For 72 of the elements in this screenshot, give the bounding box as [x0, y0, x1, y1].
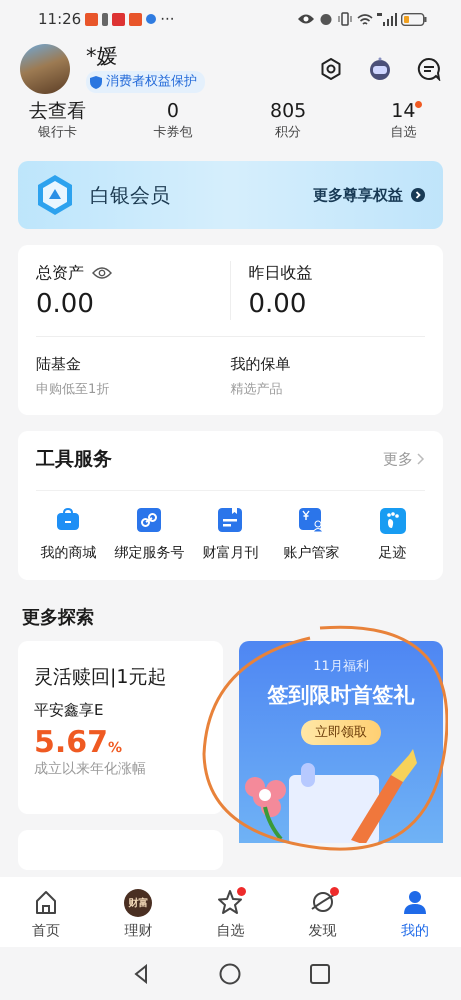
- asset-value: 0.00: [36, 289, 95, 320]
- stat-value: 去查看: [29, 100, 86, 122]
- tool-label[interactable]: 我的商城: [40, 542, 96, 564]
- wifi-icon: [357, 12, 373, 26]
- nav-tab[interactable]: 发现: [276, 889, 369, 947]
- document-icon[interactable]: [216, 506, 244, 535]
- stat-value: 0: [166, 100, 179, 122]
- robot-icon[interactable]: [367, 57, 393, 81]
- tool-label[interactable]: 账户管家: [284, 542, 340, 564]
- member-banner[interactable]: 白银会员 更多尊享权益: [18, 161, 443, 229]
- fund-name: 平安鑫享E: [34, 700, 104, 722]
- shield-icon: [90, 76, 102, 89]
- nav-tab[interactable]: 自选: [184, 889, 277, 947]
- footprint-icon[interactable]: [378, 506, 406, 535]
- tool-label[interactable]: 财富月刊: [202, 542, 258, 564]
- member-tier-label: 白银会员: [90, 182, 170, 209]
- promo-banner[interactable]: 11月福利 签到限时首签礼 立即领取: [239, 640, 443, 843]
- asset-value: 0.00: [248, 289, 308, 320]
- product-card[interactable]: 灵活赎回|1元起 平安鑫享E 5.67% 成立以来年化涨幅: [18, 640, 223, 814]
- notification-icon: [129, 12, 142, 26]
- claim-button[interactable]: 立即领取: [301, 720, 381, 746]
- message-icon[interactable]: [417, 57, 441, 81]
- stat-value: 14: [391, 100, 416, 122]
- return-rate: 5.67%: [34, 724, 122, 760]
- product-link[interactable]: 陆基金: [36, 353, 81, 376]
- stat-label: 银行卡: [38, 124, 78, 142]
- stat-label: 积分: [275, 124, 302, 142]
- asset-label: 昨日收益: [248, 262, 312, 284]
- nav-tab[interactable]: 首页: [0, 889, 92, 947]
- battery-icon: [401, 12, 427, 26]
- product-subtitle: 申购低至1折: [36, 380, 110, 399]
- wealth-icon[interactable]: 财富: [124, 889, 152, 917]
- product-subtitle: 精选产品: [230, 380, 282, 399]
- nav-tab[interactable]: 我的: [368, 889, 461, 947]
- status-more: ···: [160, 8, 175, 30]
- signal-icon: [377, 12, 397, 26]
- product-link[interactable]: 我的保单: [230, 353, 290, 376]
- user-name: *媛: [86, 45, 118, 68]
- chevron-circle-icon: [411, 188, 425, 202]
- eye-icon: [297, 13, 315, 25]
- stat-label: 卡券包: [153, 124, 192, 142]
- stat-label: 自选: [390, 124, 416, 142]
- tool-label[interactable]: 绑定服务号: [114, 542, 184, 564]
- product-title: 灵活赎回|1元起: [34, 664, 168, 690]
- tool-label[interactable]: 足迹: [378, 542, 406, 564]
- star-icon[interactable]: [217, 889, 244, 915]
- eye-icon[interactable]: [92, 266, 112, 280]
- hexagon-badge-icon: [36, 174, 74, 216]
- rate-caption: 成立以来年化涨幅: [34, 760, 147, 779]
- notification-dot: [237, 887, 246, 896]
- notification-icon: [85, 12, 98, 26]
- link-icon[interactable]: [136, 506, 164, 535]
- consumer-protection-badge[interactable]: 消费者权益保护: [86, 71, 205, 93]
- promo-headline: 签到限时首签礼: [268, 682, 414, 710]
- notification-icon: [112, 12, 126, 26]
- benefits-link[interactable]: 更多尊享权益: [313, 184, 403, 206]
- promo-eyebrow: 11月福利: [313, 658, 369, 676]
- section-title: 更多探索: [22, 606, 95, 630]
- settings-icon[interactable]: [319, 57, 343, 81]
- section-title: 工具服务: [36, 447, 112, 472]
- stat-value: 805: [270, 100, 306, 122]
- person-icon[interactable]: [402, 889, 428, 915]
- asset-label: 总资产: [36, 262, 84, 284]
- home-circle-icon[interactable]: [218, 962, 240, 984]
- recents-icon[interactable]: [308, 962, 330, 984]
- notification-icon: [146, 14, 156, 24]
- planet-icon[interactable]: [310, 889, 336, 915]
- nav-tab[interactable]: 财富 理财: [92, 889, 184, 947]
- vibrate-icon: [337, 12, 353, 26]
- status-time: 11:26: [38, 8, 82, 30]
- avatar-photo[interactable]: [20, 44, 70, 94]
- notification-dot: [330, 887, 339, 896]
